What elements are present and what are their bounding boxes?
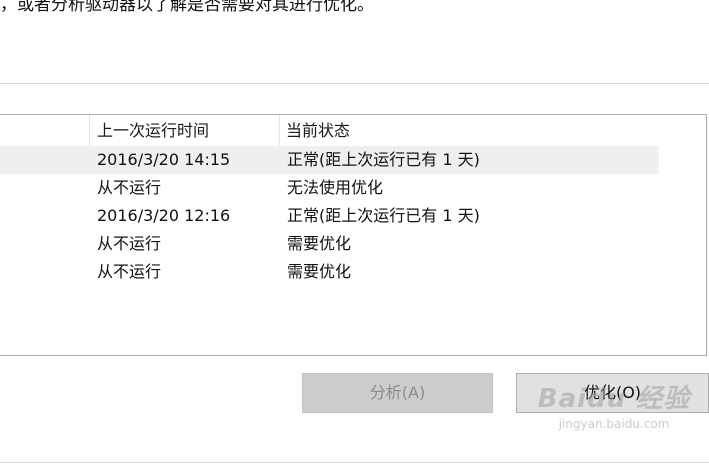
table-row[interactable]: 2016/3/20 12:16 正常(距上次运行已有 1 天) bbox=[0, 202, 659, 230]
table-row[interactable]: 从不运行 需要优化 bbox=[0, 258, 659, 286]
table-row[interactable]: 从不运行 无法使用优化 bbox=[0, 174, 659, 202]
table-row[interactable]: 从不运行 需要优化 bbox=[0, 230, 659, 258]
last-run-cell: 从不运行 bbox=[97, 262, 162, 281]
divider bbox=[0, 462, 709, 463]
status-cell: 无法使用优化 bbox=[287, 178, 384, 197]
status-cell: 需要优化 bbox=[287, 234, 352, 253]
last-run-cell: 从不运行 bbox=[97, 234, 162, 253]
list-header: 上一次运行时间 当前状态 bbox=[0, 115, 659, 147]
analyze-button[interactable]: 分析(A) bbox=[302, 373, 493, 413]
status-cell: 需要优化 bbox=[287, 262, 352, 281]
column-divider[interactable] bbox=[89, 115, 90, 146]
optimize-button[interactable]: 优化(O) bbox=[516, 373, 709, 413]
column-header-last-run[interactable]: 上一次运行时间 bbox=[91, 115, 279, 146]
drive-list[interactable]: 上一次运行时间 当前状态 2016/3/20 14:15 正常(距上次运行已有 … bbox=[0, 114, 707, 356]
last-run-cell: 2016/3/20 14:15 bbox=[97, 150, 231, 169]
description-text: ，或者分析驱动器以了解是否需要对其进行优化。 bbox=[0, 0, 374, 15]
status-cell: 正常(距上次运行已有 1 天) bbox=[287, 206, 480, 225]
status-cell: 正常(距上次运行已有 1 天) bbox=[287, 150, 480, 169]
last-run-cell: 2016/3/20 12:16 bbox=[97, 206, 231, 225]
watermark-url: jingyan.baidu.com bbox=[558, 417, 670, 431]
table-row[interactable]: 2016/3/20 14:15 正常(距上次运行已有 1 天) bbox=[0, 146, 659, 174]
column-header-status[interactable]: 当前状态 bbox=[280, 115, 659, 146]
divider bbox=[0, 83, 709, 84]
last-run-cell: 从不运行 bbox=[97, 178, 162, 197]
